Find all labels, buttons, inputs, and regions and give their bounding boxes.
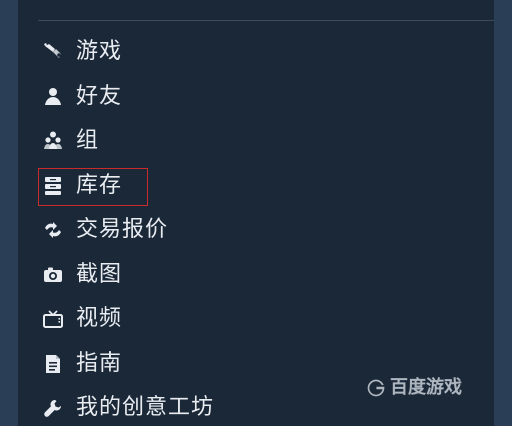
top-divider [38, 20, 494, 21]
document-icon [38, 352, 68, 376]
menu-item-label: 好友 [76, 83, 123, 109]
menu-panel: 游戏 好友 组 库存 交易报价 截图 视频 指南 我的创意工坊 百度游戏 [18, 0, 494, 426]
menu-item-label: 指南 [76, 350, 123, 376]
inventory-icon [38, 174, 68, 198]
person-icon [38, 85, 68, 109]
game-controller-icon [38, 40, 68, 64]
menu-item-label: 我的创意工坊 [76, 395, 215, 421]
menu-item-label: 组 [76, 128, 100, 154]
group-icon [38, 129, 68, 153]
camera-icon [38, 263, 68, 287]
menu-item-guides[interactable]: 指南 [38, 342, 478, 387]
steam-menu-screenshot: 游戏 好友 组 库存 交易报价 截图 视频 指南 我的创意工坊 百度游戏 [0, 0, 512, 426]
menu-item-label: 库存 [76, 172, 123, 198]
profile-menu: 游戏 好友 组 库存 交易报价 截图 视频 指南 我的创意工坊 [38, 30, 478, 426]
menu-item-label: 交易报价 [76, 217, 169, 243]
menu-item-inventory[interactable]: 库存 [38, 164, 478, 209]
menu-item-games[interactable]: 游戏 [38, 30, 478, 75]
tv-icon [38, 307, 68, 331]
menu-item-label: 视频 [76, 306, 123, 332]
menu-item-videos[interactable]: 视频 [38, 297, 478, 342]
menu-item-trade-offers[interactable]: 交易报价 [38, 208, 478, 253]
menu-item-workshop[interactable]: 我的创意工坊 [38, 386, 478, 426]
menu-item-groups[interactable]: 组 [38, 119, 478, 164]
menu-item-friends[interactable]: 好友 [38, 75, 478, 120]
trade-arrows-icon [38, 218, 68, 242]
menu-item-label: 游戏 [76, 39, 123, 65]
menu-item-screenshots[interactable]: 截图 [38, 253, 478, 298]
menu-item-label: 截图 [76, 261, 123, 287]
wrench-icon [38, 396, 68, 420]
